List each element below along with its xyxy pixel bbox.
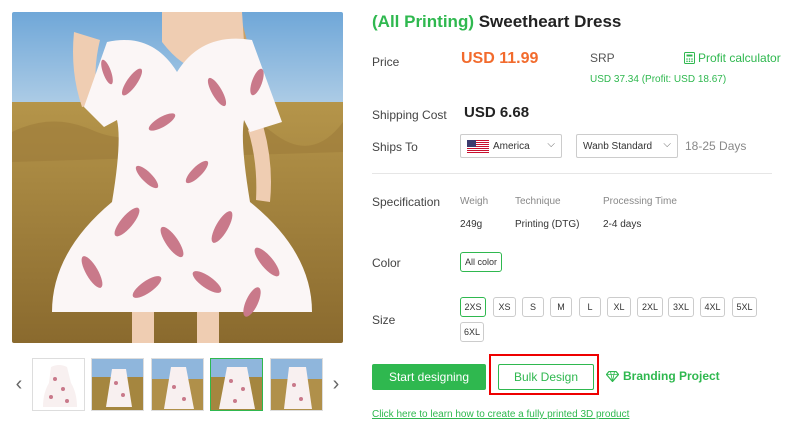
profit-calculator-label: Profit calculator bbox=[698, 51, 781, 65]
size-option-5xl[interactable]: 5XL bbox=[732, 297, 757, 317]
thumbnail-2[interactable] bbox=[91, 358, 144, 411]
diamond-icon bbox=[606, 370, 619, 382]
thumbnail-3[interactable] bbox=[151, 358, 204, 411]
thumbnail-strip: ‹ › bbox=[12, 356, 343, 412]
size-option-xs[interactable]: XS bbox=[493, 297, 516, 317]
main-product-image bbox=[12, 12, 343, 343]
color-option-all[interactable]: All color bbox=[460, 252, 502, 272]
price-value: USD 11.99 bbox=[461, 50, 539, 67]
thumbnail-5[interactable] bbox=[270, 358, 323, 411]
delivery-days: 18-25 Days bbox=[685, 139, 747, 153]
srp-value: USD 37.34 (Profit: USD 18.67) bbox=[590, 74, 727, 85]
spec-value-weigh: 249g bbox=[460, 219, 483, 230]
srp-label: SRP bbox=[590, 51, 615, 65]
color-label: Color bbox=[372, 256, 401, 270]
spec-header-processing-time: Processing Time bbox=[603, 196, 677, 207]
chevron-down-icon: ⌵ bbox=[547, 139, 555, 150]
size-option-2xl[interactable]: 2XL bbox=[637, 297, 663, 317]
size-option-2xs[interactable]: 2XS bbox=[460, 297, 486, 317]
branding-project-label: Branding Project bbox=[623, 369, 720, 383]
divider bbox=[372, 173, 772, 174]
start-designing-button[interactable]: Start designing bbox=[372, 364, 486, 390]
title-tag: (All Printing) bbox=[372, 12, 474, 31]
price-label: Price bbox=[372, 55, 400, 69]
chevron-left-icon[interactable]: ‹ bbox=[12, 372, 26, 396]
size-option-4xl[interactable]: 4XL bbox=[700, 297, 725, 317]
size-label: Size bbox=[372, 313, 396, 327]
shipping-method-value: Wanb Standard bbox=[583, 140, 653, 152]
spec-header-weigh: Weigh bbox=[460, 196, 489, 207]
spec-value-technique: Printing (DTG) bbox=[515, 219, 580, 230]
country-value: America bbox=[493, 140, 530, 152]
spec-value-processing-time: 2-4 days bbox=[603, 219, 642, 230]
branding-project-link[interactable]: Branding Project bbox=[606, 369, 720, 383]
chevron-right-icon[interactable]: › bbox=[329, 372, 343, 396]
calculator-icon bbox=[684, 52, 695, 64]
shipping-cost-value: USD 6.68 bbox=[464, 104, 530, 121]
size-option-xl[interactable]: XL bbox=[607, 297, 631, 317]
thumbnail-4[interactable] bbox=[210, 358, 263, 411]
spec-header-technique: Technique bbox=[515, 196, 561, 207]
title-name: Sweetheart Dress bbox=[473, 12, 622, 31]
bulk-design-button[interactable]: Bulk Design bbox=[498, 364, 594, 390]
specification-label: Specification bbox=[372, 195, 441, 209]
size-option-s[interactable]: S bbox=[522, 297, 544, 317]
size-option-6xl[interactable]: 6XL bbox=[460, 322, 484, 342]
shipping-cost-label: Shipping Cost bbox=[372, 108, 447, 122]
us-flag-icon bbox=[467, 139, 489, 153]
ships-to-label: Ships To bbox=[372, 140, 418, 154]
shipping-method-select[interactable]: Wanb Standard ⌵ bbox=[576, 134, 678, 158]
size-option-m[interactable]: M bbox=[550, 297, 572, 317]
size-option-3xl[interactable]: 3XL bbox=[668, 297, 694, 317]
product-title: (All Printing) Sweetheart Dress bbox=[372, 12, 621, 32]
country-select[interactable]: America ⌵ bbox=[460, 134, 562, 158]
profit-calculator-link[interactable]: Profit calculator bbox=[684, 51, 781, 65]
learn-3d-product-link[interactable]: Click here to learn how to create a full… bbox=[372, 409, 629, 420]
size-option-l[interactable]: L bbox=[579, 297, 601, 317]
thumbnail-1[interactable] bbox=[32, 358, 85, 411]
chevron-down-icon: ⌵ bbox=[663, 139, 671, 150]
